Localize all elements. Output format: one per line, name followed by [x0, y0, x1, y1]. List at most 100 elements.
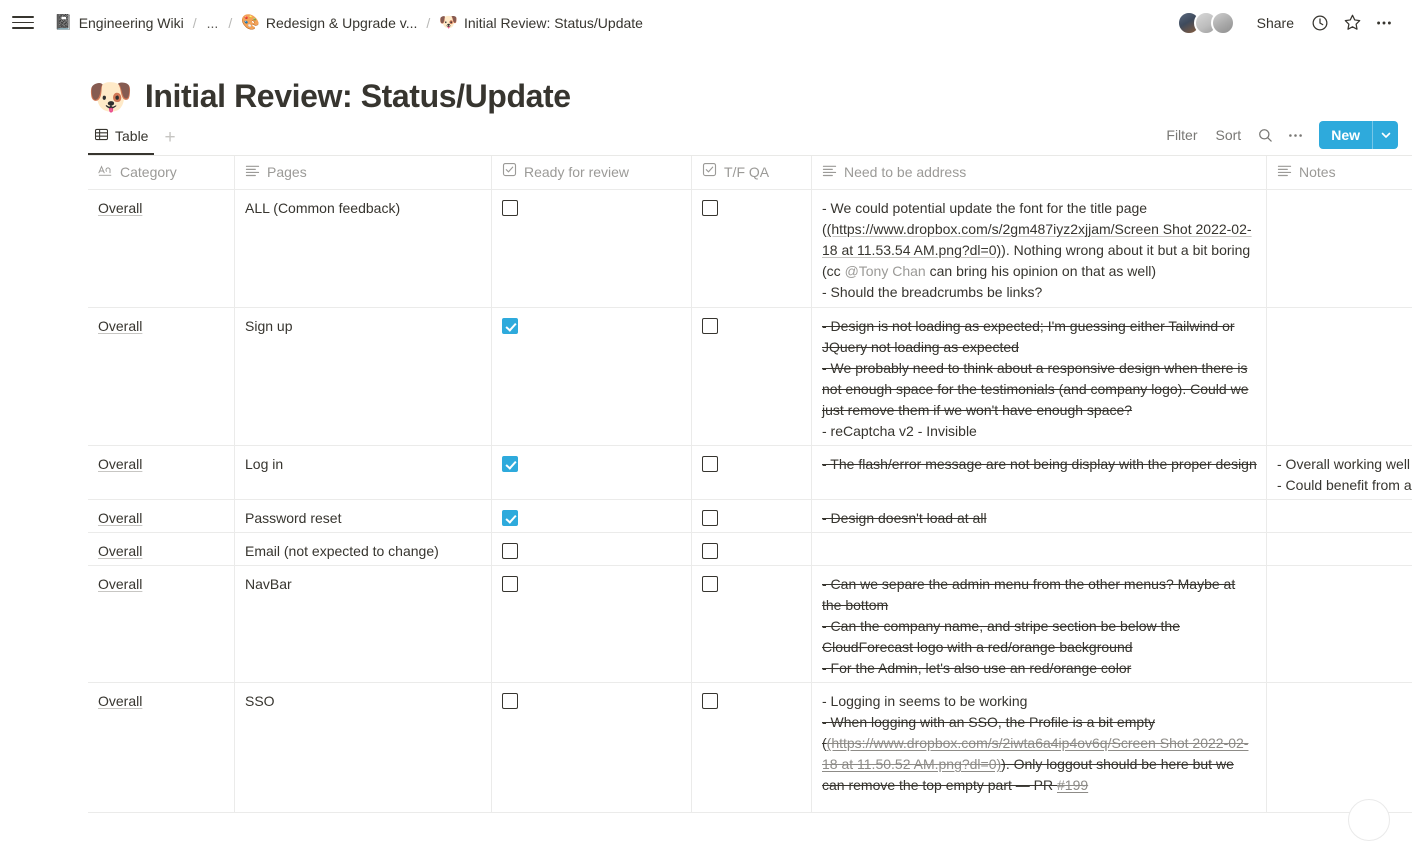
- cell-ready-for-review[interactable]: [492, 308, 692, 445]
- add-view-button[interactable]: +: [154, 128, 183, 155]
- cell-pages[interactable]: Log in: [235, 446, 492, 499]
- cell-pages[interactable]: Email (not expected to change): [235, 533, 492, 565]
- column-header-pages[interactable]: Pages: [235, 156, 492, 189]
- table-row[interactable]: Overall ALL (Common feedback) - We could…: [88, 190, 1412, 308]
- cell-category[interactable]: Overall: [88, 683, 235, 812]
- table-row[interactable]: Overall SSO - Logging in seems to be wor…: [88, 683, 1412, 813]
- cell-notes[interactable]: [1267, 190, 1412, 307]
- dog-face-icon[interactable]: 🐶: [88, 79, 133, 115]
- cell-category[interactable]: Overall: [88, 308, 235, 445]
- table-row[interactable]: Overall Password reset - Design doesn't …: [88, 500, 1412, 533]
- table-row[interactable]: Overall Log in - The flash/error message…: [88, 446, 1412, 500]
- cell-ready-for-review[interactable]: [492, 446, 692, 499]
- checkbox-tf-qa[interactable]: [702, 318, 718, 334]
- avatar-group[interactable]: [1177, 11, 1235, 35]
- category-link[interactable]: Overall: [98, 318, 142, 334]
- search-icon[interactable]: [1251, 121, 1279, 149]
- share-button[interactable]: Share: [1249, 10, 1302, 36]
- cell-need-to-be-address[interactable]: - Design is not loading as expected; I'm…: [812, 308, 1267, 445]
- cell-tf-qa[interactable]: [692, 566, 812, 682]
- checkbox-ready-for-review[interactable]: [502, 200, 518, 216]
- cell-need-to-be-address[interactable]: [812, 533, 1267, 565]
- star-icon[interactable]: [1338, 9, 1366, 37]
- cell-tf-qa[interactable]: [692, 446, 812, 499]
- cell-category[interactable]: Overall: [88, 533, 235, 565]
- category-link[interactable]: Overall: [98, 693, 142, 709]
- more-horizontal-icon[interactable]: [1281, 121, 1309, 149]
- checkbox-ready-for-review[interactable]: [502, 693, 518, 709]
- category-link[interactable]: Overall: [98, 510, 142, 526]
- checkbox-tf-qa[interactable]: [702, 576, 718, 592]
- category-link[interactable]: Overall: [98, 456, 142, 472]
- help-button[interactable]: [1348, 799, 1390, 841]
- cell-pages[interactable]: ALL (Common feedback): [235, 190, 492, 307]
- cell-ready-for-review[interactable]: [492, 190, 692, 307]
- checkbox-tf-qa[interactable]: [702, 543, 718, 559]
- checkbox-ready-for-review[interactable]: [502, 318, 518, 334]
- cell-need-to-be-address[interactable]: - Design doesn't load at all: [812, 500, 1267, 532]
- checkbox-ready-for-review[interactable]: [502, 510, 518, 526]
- cell-ready-for-review[interactable]: [492, 533, 692, 565]
- cell-need-to-be-address[interactable]: - Can we separe the admin menu from the …: [812, 566, 1267, 682]
- new-button[interactable]: New: [1319, 121, 1372, 149]
- cell-notes[interactable]: [1267, 683, 1412, 812]
- category-link[interactable]: Overall: [98, 543, 142, 559]
- breadcrumb-item-initial-review[interactable]: 🐶 Initial Review: Status/Update: [435, 13, 647, 33]
- cell-tf-qa[interactable]: [692, 533, 812, 565]
- cell-notes[interactable]: [1267, 533, 1412, 565]
- column-header-notes[interactable]: Notes: [1267, 156, 1412, 189]
- column-header-ready-for-review[interactable]: Ready for review: [492, 156, 692, 189]
- table-row[interactable]: Overall Email (not expected to change): [88, 533, 1412, 566]
- cell-pages[interactable]: NavBar: [235, 566, 492, 682]
- cell-tf-qa[interactable]: [692, 190, 812, 307]
- column-header-category[interactable]: Category: [88, 156, 235, 189]
- cell-ready-for-review[interactable]: [492, 500, 692, 532]
- cell-tf-qa[interactable]: [692, 683, 812, 812]
- cell-category[interactable]: Overall: [88, 500, 235, 532]
- checkbox-tf-qa[interactable]: [702, 456, 718, 472]
- checkbox-tf-qa[interactable]: [702, 200, 718, 216]
- cell-notes[interactable]: - Overall working well - Could benefit f…: [1267, 446, 1412, 499]
- category-link[interactable]: Overall: [98, 576, 142, 592]
- tab-table[interactable]: Table: [88, 127, 154, 155]
- clock-icon[interactable]: [1306, 9, 1334, 37]
- table-row[interactable]: Overall Sign up - Design is not loading …: [88, 308, 1412, 446]
- cell-tf-qa[interactable]: [692, 308, 812, 445]
- column-header-need-to-be-address[interactable]: Need to be address: [812, 156, 1267, 189]
- cell-ready-for-review[interactable]: [492, 566, 692, 682]
- cell-notes[interactable]: [1267, 500, 1412, 532]
- cell-category[interactable]: Overall: [88, 190, 235, 307]
- pr-link[interactable]: #199: [1057, 777, 1088, 793]
- breadcrumb-item-engineering-wiki[interactable]: 📓 Engineering Wiki: [50, 13, 188, 33]
- category-link[interactable]: Overall: [98, 200, 142, 216]
- cell-notes[interactable]: [1267, 566, 1412, 682]
- checkbox-ready-for-review[interactable]: [502, 576, 518, 592]
- user-mention[interactable]: @Tony Chan: [845, 263, 926, 279]
- filter-button[interactable]: Filter: [1158, 122, 1205, 148]
- checkbox-ready-for-review[interactable]: [502, 543, 518, 559]
- cell-category[interactable]: Overall: [88, 566, 235, 682]
- cell-pages[interactable]: Sign up: [235, 308, 492, 445]
- cell-tf-qa[interactable]: [692, 500, 812, 532]
- checkbox-tf-qa[interactable]: [702, 693, 718, 709]
- breadcrumb-item-redesign-upgrade[interactable]: 🎨 Redesign & Upgrade v...: [237, 13, 421, 33]
- cell-need-to-be-address[interactable]: - Logging in seems to be working - When …: [812, 683, 1267, 812]
- hamburger-icon[interactable]: [12, 12, 34, 34]
- cell-pages[interactable]: Password reset: [235, 500, 492, 532]
- cell-ready-for-review[interactable]: [492, 683, 692, 812]
- page-title[interactable]: Initial Review: Status/Update: [145, 78, 571, 115]
- column-header-tf-qa[interactable]: T/F QA: [692, 156, 812, 189]
- chevron-down-icon[interactable]: [1372, 121, 1398, 149]
- cell-need-to-be-address[interactable]: - We could potential update the font for…: [812, 190, 1267, 307]
- cell-category[interactable]: Overall: [88, 446, 235, 499]
- checkbox-ready-for-review[interactable]: [502, 456, 518, 472]
- breadcrumb-item-ellipsis[interactable]: ...: [202, 13, 224, 33]
- checkbox-tf-qa[interactable]: [702, 510, 718, 526]
- table-row[interactable]: Overall NavBar - Can we separe the admin…: [88, 566, 1412, 683]
- cell-need-to-be-address[interactable]: - The flash/error message are not being …: [812, 446, 1267, 499]
- cell-pages[interactable]: SSO: [235, 683, 492, 812]
- cell-notes[interactable]: [1267, 308, 1412, 445]
- sort-button[interactable]: Sort: [1208, 122, 1250, 148]
- avatar[interactable]: [1211, 11, 1235, 35]
- more-horizontal-icon[interactable]: [1370, 9, 1398, 37]
